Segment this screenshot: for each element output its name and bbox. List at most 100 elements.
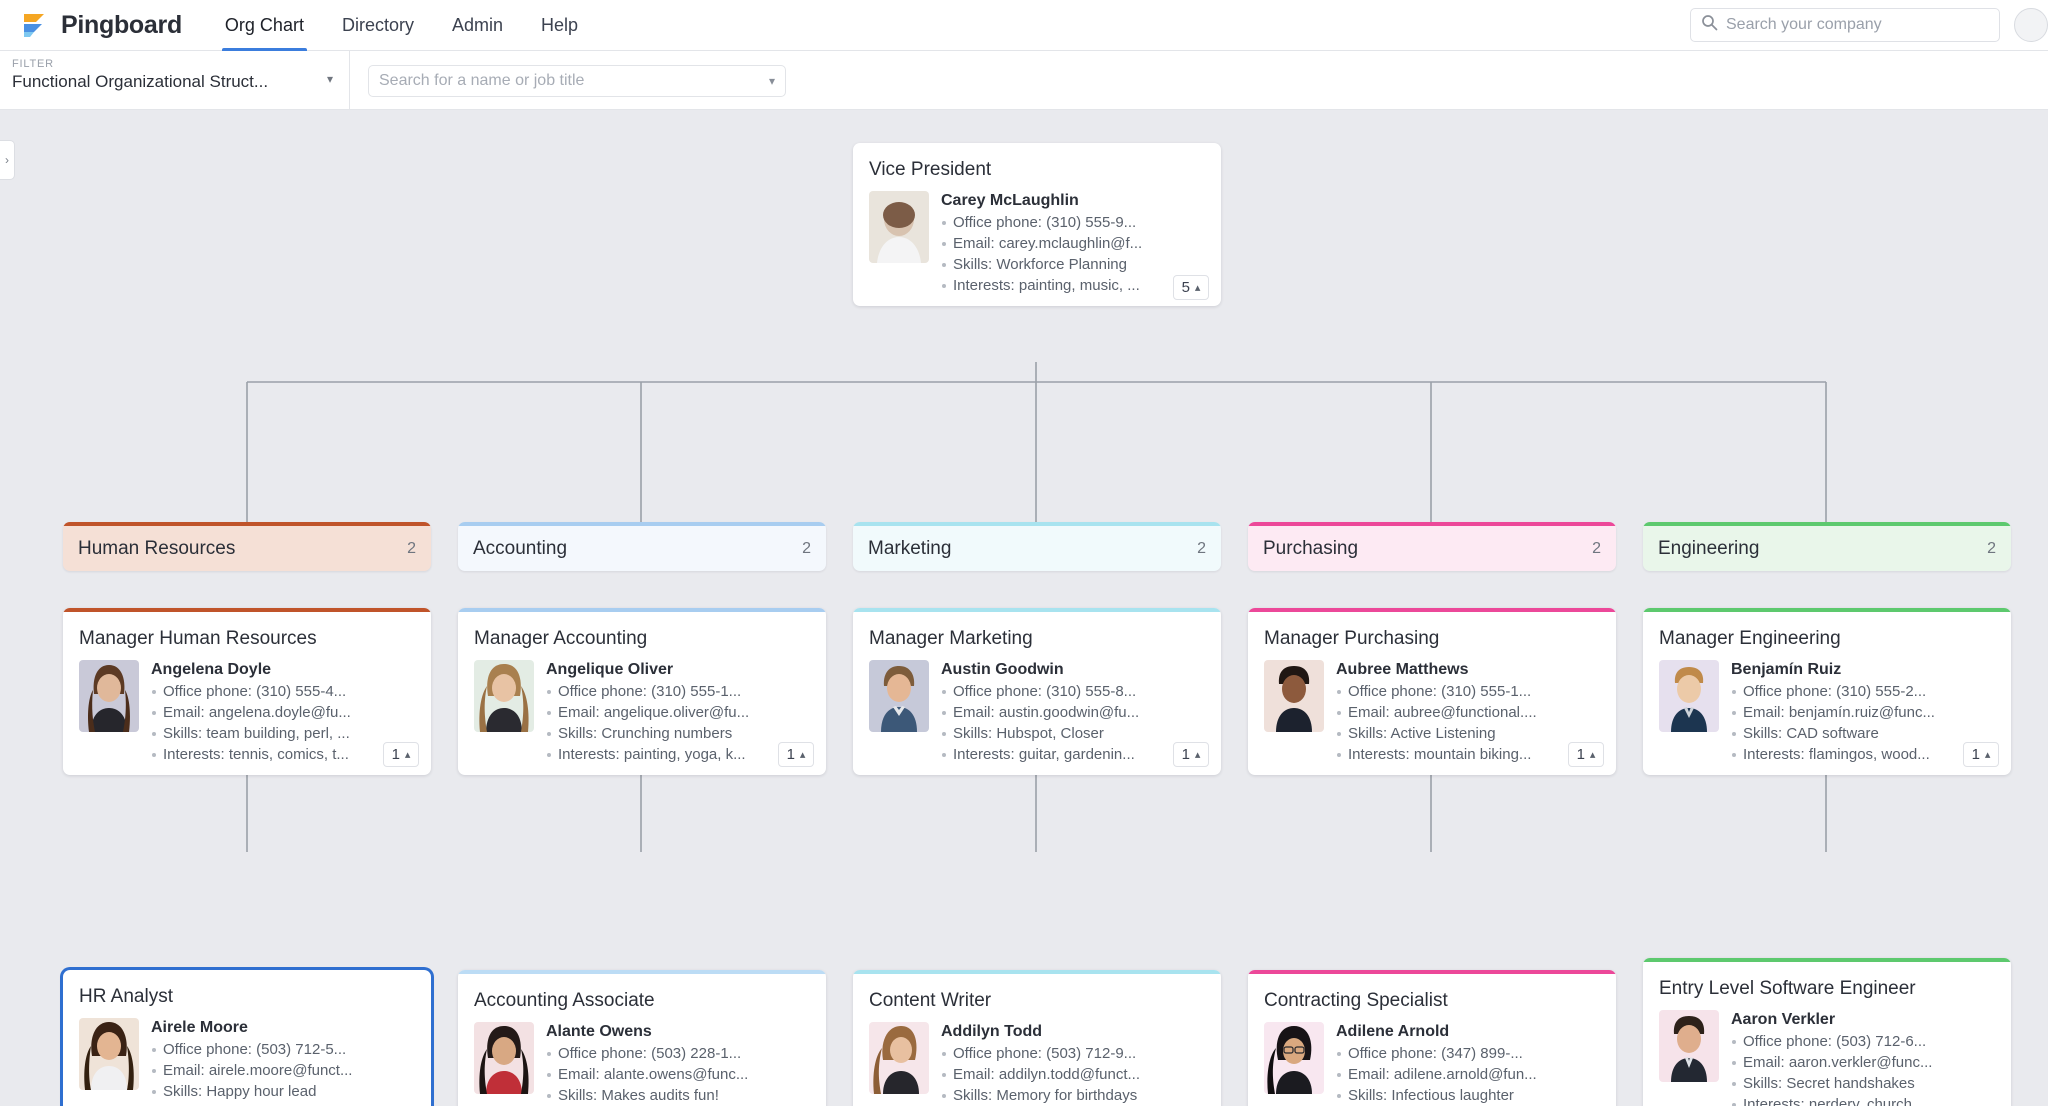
org-card-content-writer[interactable]: Content Writer Addilyn Todd Office phone…	[853, 970, 1221, 1106]
nav-tab-admin[interactable]: Admin	[452, 0, 503, 51]
card-body: Manager Human Resources Angelena Doyle O…	[63, 612, 431, 775]
card-person: Austin Goodwin Office phone: (310) 555-8…	[869, 660, 1205, 765]
card-person: Angelena Doyle Office phone: (310) 555-4…	[79, 660, 415, 765]
filter-toolbar: FILTER Functional Organizational Struct.…	[0, 51, 2048, 154]
card-person-info: Alante Owens Office phone: (503) 228-1..…	[546, 1022, 810, 1106]
department-count: 2	[802, 539, 811, 557]
card-detail-phone: Office phone: (347) 899-...	[1336, 1043, 1600, 1064]
org-card-entry-level-software-engineer[interactable]: Entry Level Software Engineer Aaron Verk…	[1643, 958, 2011, 1106]
org-card-manager-human-resources[interactable]: Manager Human Resources Angelena Doyle O…	[63, 608, 431, 775]
card-report-count-toggle[interactable]: 1 ▴	[1963, 742, 1999, 767]
card-person-info: Carey McLaughlin Office phone: (310) 555…	[941, 191, 1205, 296]
chevron-up-icon: ▴	[404, 749, 411, 761]
card-detail-interests: Interests: painting, yoga, k...	[546, 744, 810, 765]
avatar	[1659, 660, 1719, 732]
nav-tab-org-chart[interactable]: Org Chart	[221, 0, 307, 51]
card-detail-phone: Office phone: (503) 712-5...	[151, 1039, 415, 1060]
org-card-contracting-specialist[interactable]: Contracting Specialist Adilene Arnold Of…	[1248, 970, 1616, 1106]
card-person-name: Angelena Doyle	[151, 661, 272, 678]
chevron-up-icon: ▴	[799, 749, 806, 761]
card-report-count-toggle[interactable]: 1 ▴	[383, 742, 419, 767]
department-count: 2	[407, 539, 416, 557]
org-card-accounting-associate[interactable]: Accounting Associate Alante Owens Office…	[458, 970, 826, 1106]
card-report-count-toggle[interactable]: 5 ▴	[1173, 275, 1209, 300]
search-icon	[1701, 14, 1718, 36]
chevron-down-icon[interactable]: ▾	[769, 74, 775, 88]
department-header-purchasing[interactable]: Purchasing 2	[1248, 522, 1616, 571]
card-job-title: Vice President	[869, 159, 992, 180]
card-report-count-toggle[interactable]: 1 ▴	[1568, 742, 1604, 767]
card-person-name: Austin Goodwin	[941, 661, 1064, 678]
department-header-accounting[interactable]: Accounting 2	[458, 522, 826, 571]
card-person-info: Aaron Verkler Office phone: (503) 712-6.…	[1731, 1010, 1995, 1106]
card-detail-skills: Skills: Hubspot, Closer	[941, 723, 1205, 744]
card-detail-email: Email: alante.owens@func...	[546, 1064, 810, 1085]
card-person-name: Aubree Matthews	[1336, 661, 1469, 678]
card-detail-skills: Skills: Memory for birthdays	[941, 1085, 1205, 1106]
sidebar-expand-handle[interactable]: ›	[0, 140, 15, 180]
card-detail-interests: Interests: tennis, comics, t...	[151, 744, 415, 765]
card-detail-skills: Skills: CAD software	[1731, 723, 1995, 744]
card-detail-email: Email: adilene.arnold@fun...	[1336, 1064, 1600, 1085]
card-job-title: Accounting Associate	[474, 990, 655, 1011]
card-detail-phone: Office phone: (310) 555-4...	[151, 681, 415, 702]
company-search-input[interactable]	[1726, 16, 1989, 34]
card-detail-phone: Office phone: (310) 555-1...	[546, 681, 810, 702]
nav-tab-directory[interactable]: Directory	[342, 0, 414, 51]
card-person: Airele Moore Office phone: (503) 712-5..…	[79, 1018, 415, 1106]
nav-tabs: Org Chart Directory Admin Help	[221, 0, 616, 51]
report-count: 1	[391, 746, 400, 763]
card-detail-interests: Interests: nerdery, church,...	[1731, 1094, 1995, 1106]
name-search[interactable]: ▾	[368, 65, 786, 97]
org-card-root[interactable]: Vice President Carey McLaughlin Office p…	[853, 143, 1221, 306]
user-avatar[interactable]	[2014, 8, 2048, 42]
org-card-manager-engineering[interactable]: Manager Engineering Benjamín Ruiz Office…	[1643, 608, 2011, 775]
org-card-hr-analyst[interactable]: HR Analyst Airele Moore Office phone: (5…	[63, 970, 431, 1106]
nav-tab-help[interactable]: Help	[541, 0, 578, 51]
filter-selector[interactable]: FILTER Functional Organizational Struct.…	[0, 51, 350, 109]
card-person: Aubree Matthews Office phone: (310) 555-…	[1264, 660, 1600, 765]
chevron-up-icon: ▴	[1194, 282, 1201, 294]
department-header-human-resources[interactable]: Human Resources 2	[63, 522, 431, 571]
company-search[interactable]	[1690, 8, 2000, 42]
avatar	[79, 1018, 139, 1090]
card-body: Manager Marketing Austin Goodwin Office …	[853, 612, 1221, 775]
card-person: Aaron Verkler Office phone: (503) 712-6.…	[1659, 1010, 1995, 1106]
department-count: 2	[1592, 539, 1601, 557]
card-person-name: Aaron Verkler	[1731, 1011, 1836, 1028]
org-card-manager-marketing[interactable]: Manager Marketing Austin Goodwin Office …	[853, 608, 1221, 775]
pingboard-logo-icon	[22, 12, 50, 38]
avatar	[1264, 660, 1324, 732]
avatar	[869, 1022, 929, 1094]
filter-value: Functional Organizational Struct...	[12, 72, 269, 91]
card-person-name: Benjamín Ruiz	[1731, 661, 1842, 678]
card-body: Vice President Carey McLaughlin Office p…	[853, 143, 1221, 306]
org-chart-canvas[interactable]: › Vice President Carey McLaughlin Office…	[0, 110, 2048, 1106]
card-person-info: Addilyn Todd Office phone: (503) 712-9..…	[941, 1022, 1205, 1106]
card-detail-interests: Interests: board games, fri...	[151, 1102, 415, 1106]
department-header-marketing[interactable]: Marketing 2	[853, 522, 1221, 571]
card-detail-phone: Office phone: (310) 555-9...	[941, 212, 1205, 233]
chevron-up-icon: ▴	[1194, 749, 1201, 761]
department-name: Purchasing	[1263, 537, 1359, 559]
filter-label: FILTER	[12, 58, 54, 70]
card-detail-skills: Skills: Workforce Planning	[941, 254, 1205, 275]
name-search-input[interactable]	[379, 72, 769, 90]
avatar	[474, 1022, 534, 1094]
card-person-info: Aubree Matthews Office phone: (310) 555-…	[1336, 660, 1600, 765]
org-card-manager-accounting[interactable]: Manager Accounting Angelique Oliver Offi…	[458, 608, 826, 775]
card-detail-skills: Skills: Makes audits fun!	[546, 1085, 810, 1106]
card-report-count-toggle[interactable]: 1 ▴	[1173, 742, 1209, 767]
brand[interactable]: Pingboard	[22, 11, 182, 40]
card-person: Benjamín Ruiz Office phone: (310) 555-2.…	[1659, 660, 1995, 765]
card-person-name: Airele Moore	[151, 1019, 248, 1036]
org-card-manager-purchasing[interactable]: Manager Purchasing Aubree Matthews Offic…	[1248, 608, 1616, 775]
department-header-engineering[interactable]: Engineering 2	[1643, 522, 2011, 571]
department-name: Marketing	[868, 537, 952, 559]
card-body: HR Analyst Airele Moore Office phone: (5…	[63, 970, 431, 1106]
avatar	[869, 191, 929, 263]
report-count: 1	[1971, 746, 1980, 763]
avatar	[1659, 1010, 1719, 1082]
card-report-count-toggle[interactable]: 1 ▴	[778, 742, 814, 767]
department-count: 2	[1987, 539, 1996, 557]
